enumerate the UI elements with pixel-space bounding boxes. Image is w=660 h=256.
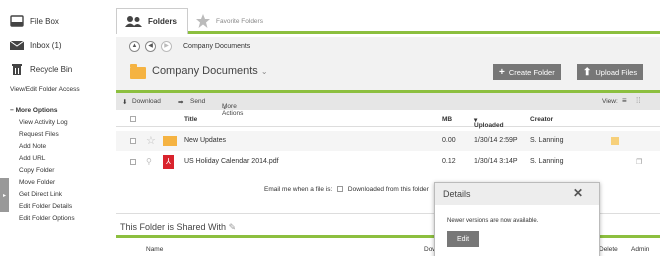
users-icon: [125, 16, 142, 27]
email-notify: Email me when a file is: Downloaded from…: [264, 186, 429, 193]
add-note-link[interactable]: Add Note: [19, 143, 46, 150]
row-title[interactable]: US Holiday Calendar 2014.pdf: [184, 158, 279, 165]
sidebar-recycle-bin[interactable]: Recycle Bin: [10, 63, 72, 75]
sidebar-file-box[interactable]: File Box: [10, 15, 59, 27]
edit-folder-options-link[interactable]: Edit Folder Options: [19, 215, 75, 222]
table-header: Title MB Uploaded ▾ Creator: [116, 110, 660, 129]
details-popup: Details ✕ Newer versions are now availab…: [434, 182, 600, 256]
file-toolbar: ⬇ Download ➡ Send More Actions ⌄ View: ≡…: [116, 93, 660, 117]
magnify-icon[interactable]: ⚲: [146, 157, 152, 166]
copy-folder-link[interactable]: Copy Folder: [19, 167, 54, 174]
send-icon: ➡: [178, 99, 184, 106]
shared-col-admin: Admin: [631, 246, 650, 253]
grid-view-icon[interactable]: ⁞⁞: [636, 96, 640, 105]
row-checkbox[interactable]: [130, 159, 136, 165]
upload-files-button[interactable]: ⬆ Upload Files: [577, 64, 644, 80]
star-icon[interactable]: ☆: [146, 134, 156, 147]
upload-arrow-icon: ⬆: [583, 66, 592, 78]
popup-title: Details: [443, 189, 471, 199]
col-uploaded[interactable]: Uploaded ▾: [474, 116, 504, 129]
note-icon[interactable]: [611, 137, 619, 145]
star-icon: [196, 14, 210, 28]
row-mb: 0.12: [442, 158, 456, 165]
popup-header: Details ✕: [435, 183, 599, 205]
list-view-icon[interactable]: ≡: [622, 96, 627, 105]
close-icon[interactable]: ✕: [573, 186, 583, 200]
request-files-link[interactable]: Request Files: [19, 131, 59, 138]
shared-col-name: Name: [146, 246, 164, 253]
select-all-checkbox[interactable]: [130, 116, 136, 122]
sidebar-inbox[interactable]: Inbox (1): [9, 39, 62, 51]
folder-icon: [163, 136, 177, 146]
chevron-right-icon: ▸: [2, 192, 6, 199]
tab-folders[interactable]: Folders: [116, 8, 188, 34]
popup-message: Newer versions are now available.: [447, 218, 539, 224]
col-title[interactable]: Title: [184, 116, 197, 123]
file-box-icon: [10, 15, 24, 27]
table-row[interactable]: ⚲ ⅄ US Holiday Calendar 2014.pdf 0.12 1/…: [116, 152, 660, 172]
edit-folder-details-link[interactable]: Edit Folder Details: [19, 203, 72, 210]
sidebar: File Box Inbox (1) Recycle Bin View/Edit…: [0, 0, 108, 256]
tab-favorite-folders[interactable]: Favorite Folders: [196, 8, 263, 34]
shared-title: This Folder is Shared With ✎: [120, 222, 237, 232]
downloaded-checkbox[interactable]: [337, 186, 344, 193]
row-checkbox[interactable]: [130, 138, 136, 144]
forward-arrow-icon[interactable]: ▶: [161, 41, 172, 52]
folder-icon: [130, 64, 146, 79]
view-label: View:: [602, 98, 618, 105]
sidebar-collapse-tab[interactable]: ▸: [0, 178, 9, 212]
row-uploaded: 1/30/14 3:14P: [474, 158, 518, 165]
envelope-icon: [9, 39, 25, 51]
trash-icon: [10, 63, 24, 75]
up-arrow-icon[interactable]: ▲: [129, 41, 140, 52]
plus-icon: +: [499, 66, 505, 78]
folder-header: ▲ ◀ ▶ Company Documents Company Document…: [116, 37, 660, 90]
pencil-icon[interactable]: ✎: [229, 222, 237, 232]
row-title[interactable]: New Updates: [184, 137, 226, 144]
back-arrow-icon[interactable]: ◀: [145, 41, 156, 52]
move-folder-link[interactable]: Move Folder: [19, 179, 55, 186]
row-uploaded: 1/30/14 2:59P: [474, 137, 518, 144]
create-folder-button[interactable]: + Create Folder: [493, 64, 561, 80]
pdf-icon: ⅄: [163, 155, 174, 169]
view-activity-log-link[interactable]: View Activity Log: [19, 119, 68, 126]
chevron-down-icon: ⌄: [260, 67, 268, 76]
row-creator: S. Lanning: [530, 158, 564, 165]
download-icon: ⬇: [122, 99, 128, 106]
add-url-link[interactable]: Add URL: [19, 155, 45, 162]
table-row[interactable]: ☆ New Updates 0.00 1/30/14 2:59P S. Lann…: [116, 131, 660, 151]
view-edit-folder-access-link[interactable]: View/Edit Folder Access: [10, 86, 80, 93]
more-options-toggle[interactable]: − More Options: [10, 107, 58, 114]
shared-col-delete: Delete: [599, 246, 618, 253]
download-button[interactable]: Download: [132, 98, 161, 105]
breadcrumb[interactable]: Company Documents: [183, 43, 250, 50]
tab-bar: Folders Favorite Folders: [116, 8, 660, 34]
get-direct-link[interactable]: Get Direct Link: [19, 191, 62, 198]
col-mb[interactable]: MB: [442, 116, 452, 123]
row-mb: 0.00: [442, 137, 456, 144]
col-creator[interactable]: Creator: [530, 116, 553, 123]
page-title[interactable]: Company Documents ⌄: [152, 65, 268, 77]
send-button[interactable]: Send: [190, 98, 205, 105]
versions-icon[interactable]: ❐: [636, 158, 642, 166]
row-creator: S. Lanning: [530, 137, 564, 144]
edit-button[interactable]: Edit: [447, 231, 479, 247]
